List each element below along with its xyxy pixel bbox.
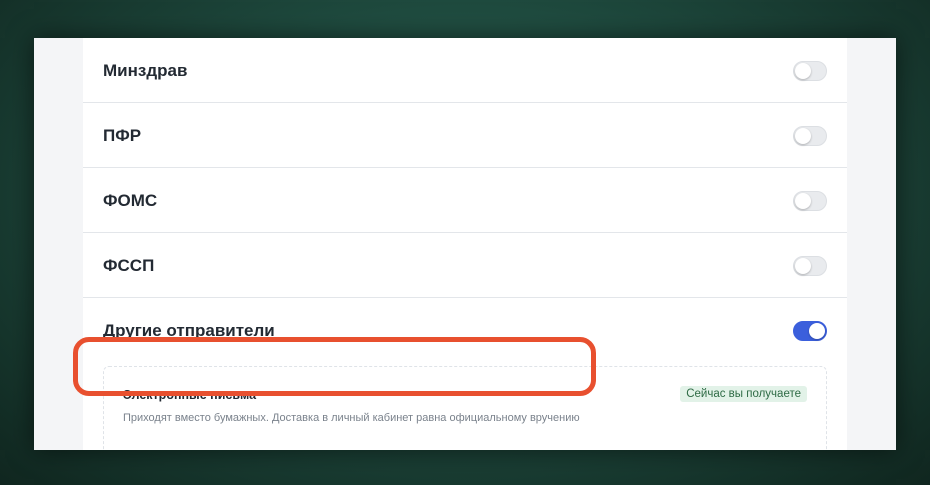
toggle-knob (795, 63, 811, 79)
sender-label: ПФР (103, 126, 142, 145)
sender-label: Другие отправители (103, 321, 275, 340)
sender-label: ФОМС (103, 191, 158, 210)
sender-row-fssp: ФССП (83, 233, 847, 298)
app-window: Минздрав ПФР ФОМС ФССП Другие отправител… (34, 38, 896, 450)
electronic-letters-description: Приходят вместо бумажных. Доставка в лич… (123, 412, 580, 424)
toggle-knob (809, 323, 825, 339)
sender-label: ФССП (103, 256, 155, 275)
toggle-fssp[interactable] (793, 256, 827, 276)
status-badge: Сейчас вы получаете (680, 386, 807, 402)
toggle-knob (795, 128, 811, 144)
toggle-pfr[interactable] (793, 126, 827, 146)
electronic-letters-title: Электронные письма (123, 388, 257, 402)
toggle-knob (795, 258, 811, 274)
sender-label: Минздрав (103, 61, 188, 80)
toggle-minzdrav[interactable] (793, 61, 827, 81)
toggle-foms[interactable] (793, 191, 827, 211)
electronic-letters-card[interactable] (103, 366, 827, 450)
sender-row-other: Другие отправители (83, 298, 847, 363)
toggle-knob (795, 193, 811, 209)
sender-row-minzdrav: Минздрав (83, 38, 847, 103)
notification-settings-panel: Минздрав ПФР ФОМС ФССП Другие отправител… (83, 38, 847, 450)
sender-row-foms: ФОМС (83, 168, 847, 233)
toggle-other-senders[interactable] (793, 321, 827, 341)
sender-row-pfr: ПФР (83, 103, 847, 168)
